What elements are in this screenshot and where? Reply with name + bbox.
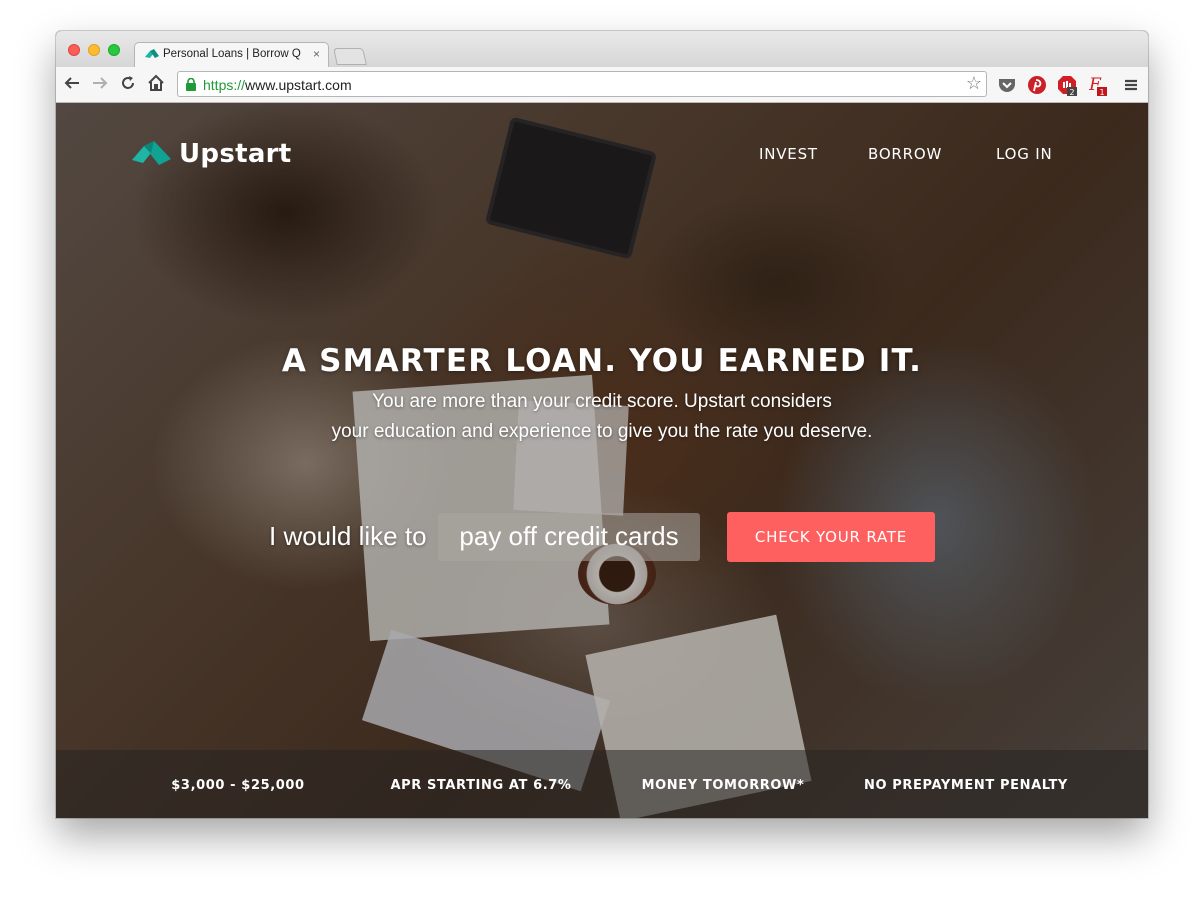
- menu-icon[interactable]: [1120, 74, 1142, 96]
- hero-subline-2: your education and experience to give yo…: [331, 421, 873, 442]
- back-arrow-icon: [64, 77, 79, 89]
- adblock-badge: 2: [1069, 88, 1074, 96]
- upstart-logo-mark-icon: [132, 140, 171, 165]
- bookmark-star-icon[interactable]: ☆: [966, 73, 982, 94]
- home-icon: [148, 74, 164, 91]
- tab-title: Personal Loans | Borrow Q: [163, 48, 301, 60]
- new-tab-button[interactable]: [333, 48, 367, 65]
- nav-link-borrow[interactable]: BORROW: [868, 145, 942, 163]
- tab-close-icon[interactable]: ×: [313, 47, 320, 61]
- forward-arrow-icon: [93, 77, 108, 89]
- loan-purpose-select[interactable]: pay off credit cards: [438, 513, 700, 561]
- nav-link-invest[interactable]: INVEST: [759, 145, 818, 163]
- logo-text: Upstart: [179, 139, 292, 169]
- upstart-favicon-icon: [145, 49, 159, 58]
- nav-link-login[interactable]: LOG IN: [996, 145, 1052, 163]
- tab-strip: Personal Loans | Borrow Q ×: [56, 31, 1148, 68]
- paper-photo-element: [352, 374, 610, 642]
- tab-upstart[interactable]: Personal Loans | Borrow Q ×: [134, 42, 329, 68]
- address-bar[interactable]: https://www.upstart.com ☆: [177, 71, 987, 97]
- feature-no-prepayment-penalty: NO PREPAYMENT PENALTY: [864, 778, 1068, 793]
- hero-background-photo: [56, 103, 1148, 818]
- url-scheme: https://: [203, 77, 246, 93]
- font-extension-badge: 1: [1099, 88, 1104, 96]
- browser-window: Personal Loans | Borrow Q × https://www.…: [56, 31, 1148, 818]
- upstart-logo[interactable]: Upstart: [132, 139, 292, 169]
- pocket-icon[interactable]: [996, 74, 1018, 96]
- feature-loan-range: $3,000 - $25,000: [171, 778, 305, 793]
- hero-subline-1: You are more than your credit score. Ups…: [372, 391, 832, 412]
- hero-headline: A SMARTER LOAN. YOU EARNED IT.: [281, 343, 923, 379]
- reload-icon: [122, 76, 134, 89]
- url-host: www.upstart.com: [245, 77, 352, 93]
- close-window-button[interactable]: [68, 44, 80, 56]
- loan-purpose-label: I would like to: [269, 521, 427, 551]
- browser-toolbar: https://www.upstart.com ☆ 2 F 1: [56, 67, 1148, 103]
- tablet-photo-element: [484, 116, 658, 260]
- page-content: Upstart INVEST BORROW LOG IN A SMARTER L…: [56, 103, 1148, 818]
- font-extension-icon[interactable]: F 1: [1086, 74, 1108, 96]
- reload-button[interactable]: [118, 74, 138, 94]
- feature-apr: APR STARTING AT 6.7%: [390, 778, 572, 793]
- lock-icon: [186, 78, 196, 91]
- adblock-icon[interactable]: 2: [1056, 74, 1078, 96]
- minimize-window-button[interactable]: [88, 44, 100, 56]
- check-your-rate-button[interactable]: CHECK YOUR RATE: [727, 512, 935, 562]
- home-button[interactable]: [146, 74, 166, 94]
- back-button[interactable]: [62, 74, 82, 94]
- zoom-window-button[interactable]: [108, 44, 120, 56]
- feature-money-tomorrow: MONEY TOMORROW*: [641, 778, 805, 793]
- features-bar: $3,000 - $25,000 APR STARTING AT 6.7% MO…: [56, 750, 1148, 818]
- pinterest-icon[interactable]: [1026, 74, 1048, 96]
- url-text: https://www.upstart.com: [203, 77, 352, 93]
- paper-photo-element: [513, 400, 629, 516]
- forward-button[interactable]: [90, 74, 110, 94]
